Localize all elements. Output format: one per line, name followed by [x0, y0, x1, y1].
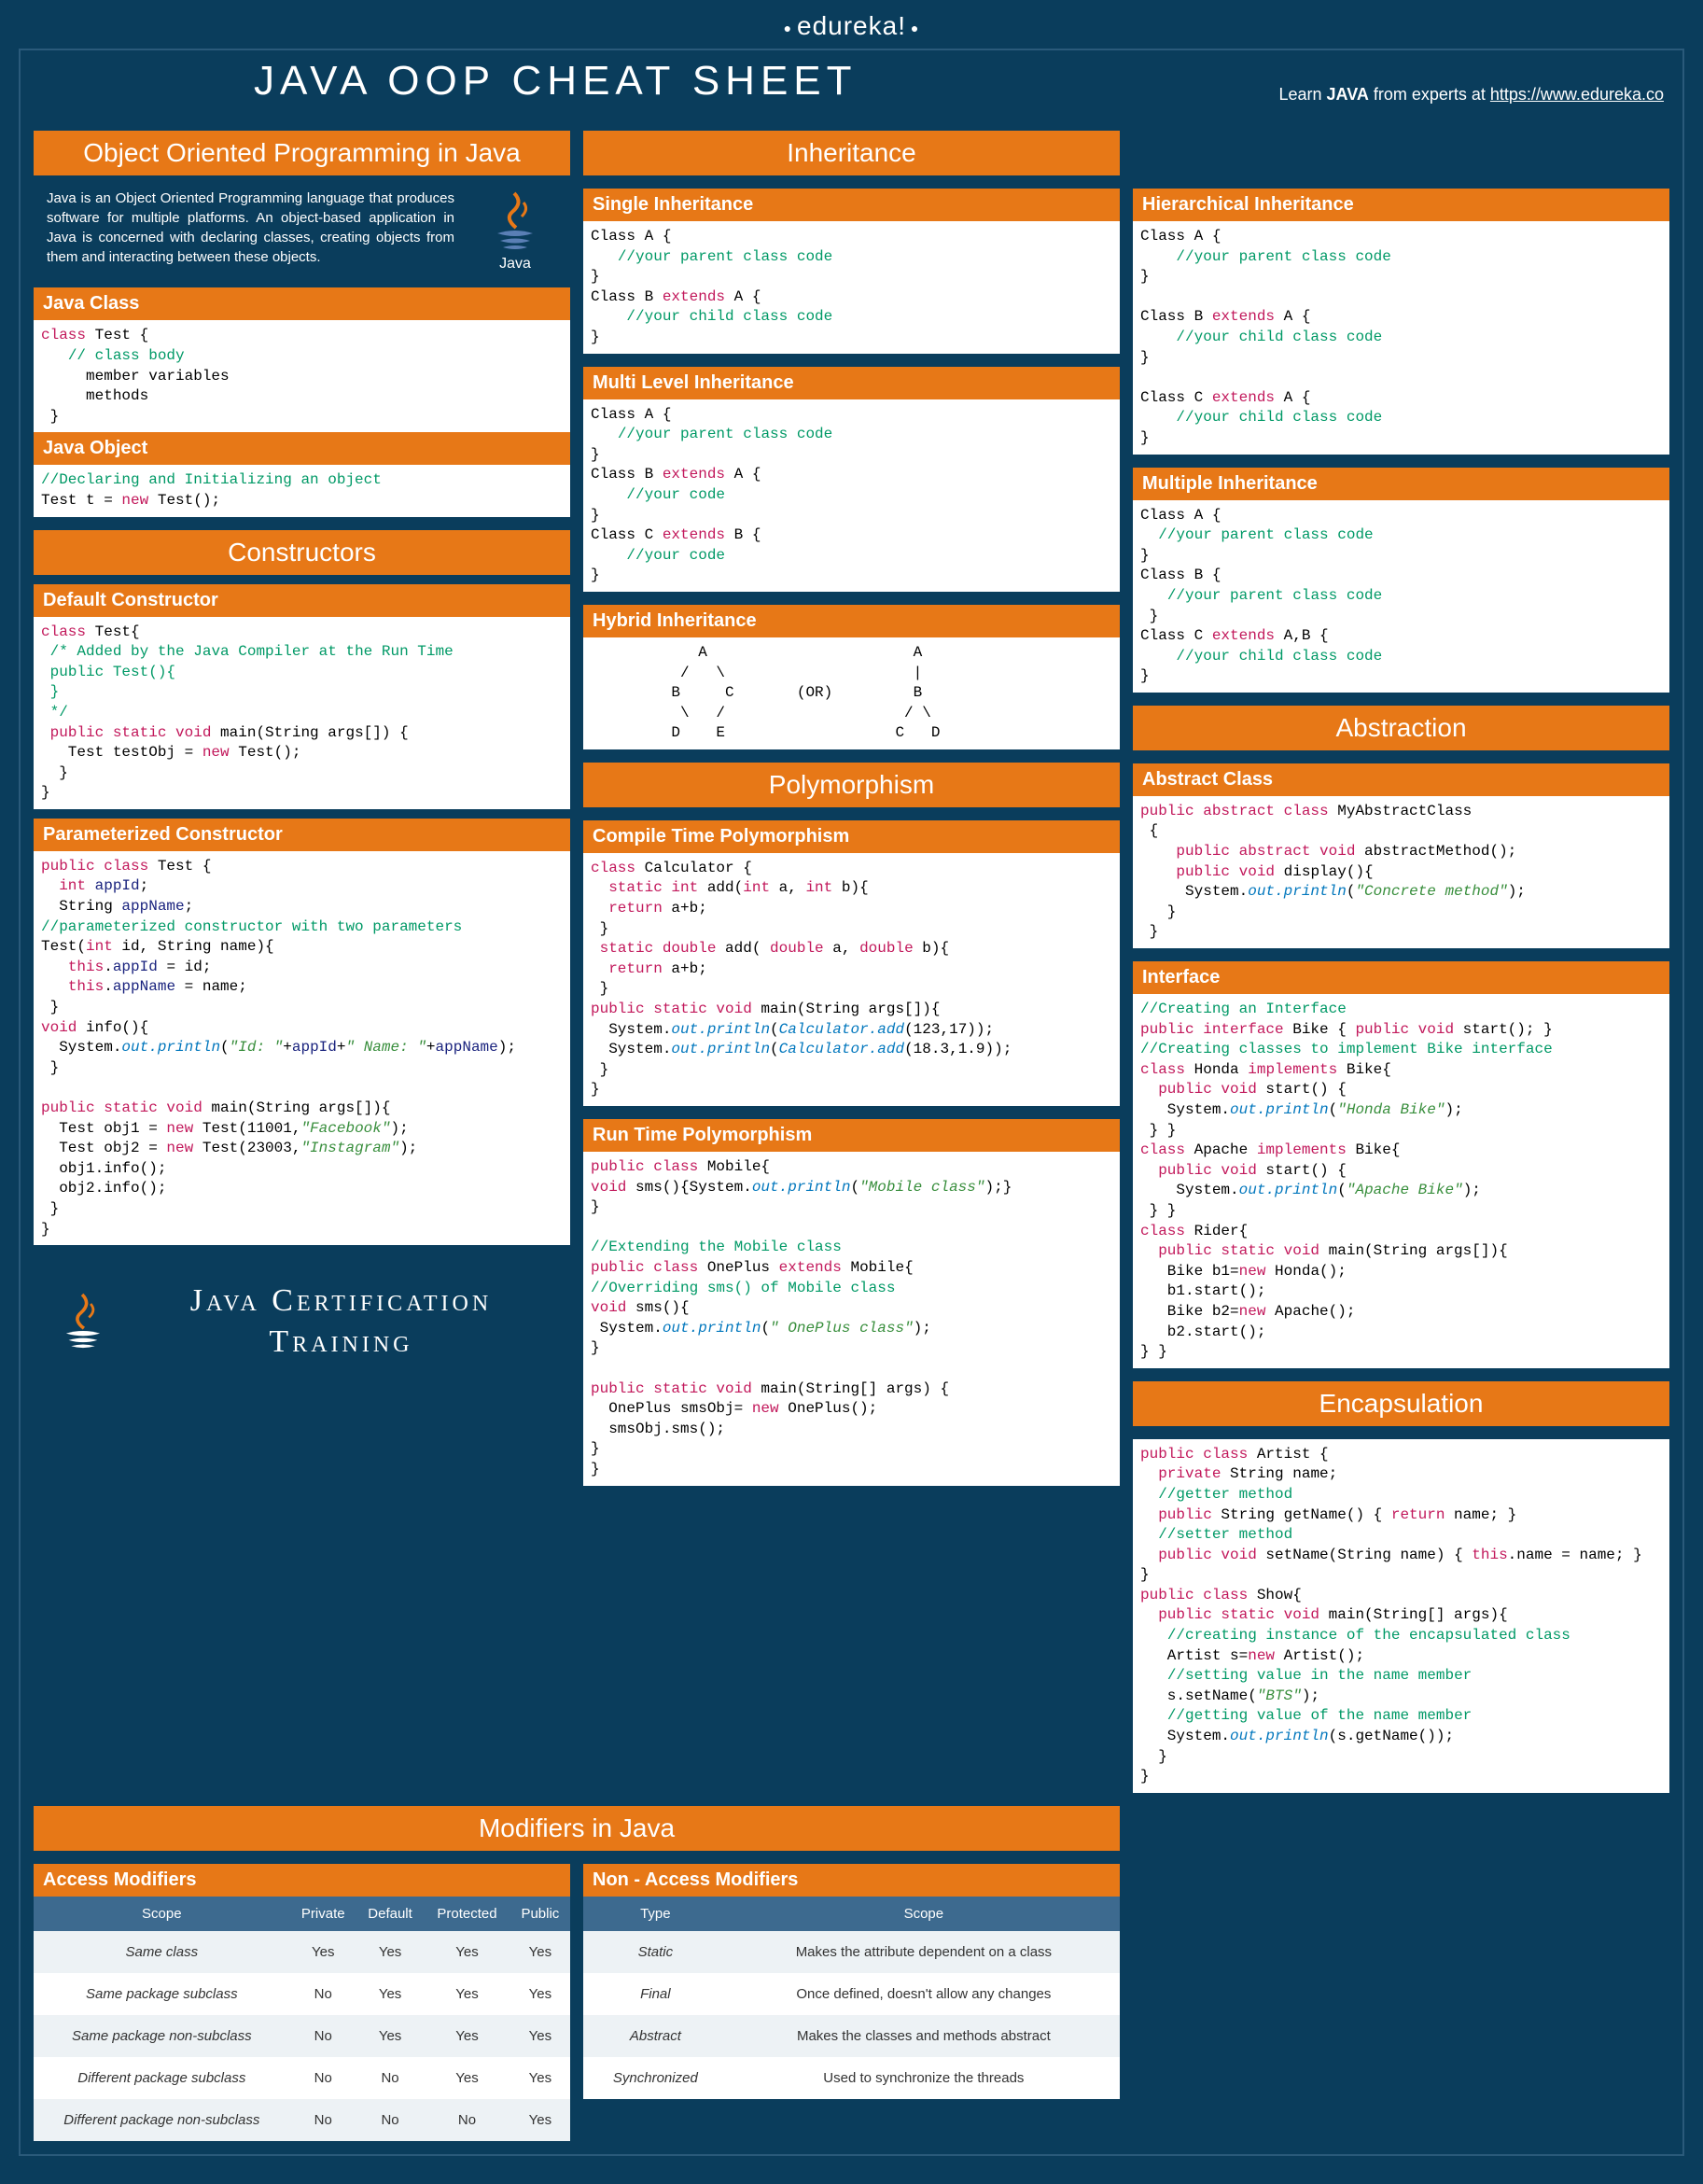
- code-encapsulation: public class Artist { private String nam…: [1133, 1439, 1669, 1793]
- heading-oop: Object Oriented Programming in Java: [34, 131, 570, 175]
- heading-constructors: Constructors: [34, 530, 570, 575]
- heading-polymorphism: Polymorphism: [583, 763, 1120, 807]
- code-single-inh: Class A { //your parent class code } Cla…: [583, 221, 1120, 354]
- heading-interface: Interface: [1133, 961, 1669, 994]
- code-compile-poly: class Calculator { static int add(int a,…: [583, 853, 1120, 1106]
- brand-logo: edureka!: [19, 11, 1684, 41]
- code-java-object: //Declaring and Initializing an object T…: [34, 465, 570, 516]
- heading-access-mod: Access Modifiers: [34, 1864, 570, 1897]
- page-title: JAVA OOP CHEAT SHEET: [254, 58, 858, 105]
- learn-link-text: Learn JAVA from experts at https://www.e…: [1278, 85, 1664, 105]
- code-hybrid-inh: A A / \ | B C (OR) B \ / / \ D E C D: [583, 637, 1120, 749]
- intro-text: Java is an Object Oriented Programming l…: [47, 189, 454, 274]
- heading-hybrid-inh: Hybrid Inheritance: [583, 605, 1120, 637]
- heading-runtime-poly: Run Time Polymorphism: [583, 1119, 1120, 1152]
- java-logo-icon: Java: [473, 189, 557, 274]
- table-nonaccess-modifiers: TypeScope StaticMakes the attribute depe…: [583, 1897, 1120, 2099]
- cert-text: Java Certification Training: [134, 1281, 548, 1363]
- learn-link[interactable]: https://www.edureka.co: [1490, 85, 1664, 104]
- heading-single-inh: Single Inheritance: [583, 189, 1120, 221]
- code-java-class: class Test { // class body member variab…: [34, 320, 570, 432]
- heading-java-class: Java Class: [34, 287, 570, 320]
- code-runtime-poly: public class Mobile{ void sms(){System.o…: [583, 1152, 1120, 1486]
- code-multiple-inh: Class A { //your parent class code } Cla…: [1133, 500, 1669, 693]
- heading-nonaccess-mod: Non - Access Modifiers: [583, 1864, 1120, 1897]
- heading-multilevel-inh: Multi Level Inheritance: [583, 367, 1120, 399]
- code-default-ctor: class Test{ /* Added by the Java Compile…: [34, 617, 570, 809]
- heading-compile-poly: Compile Time Polymorphism: [583, 820, 1120, 853]
- heading-abstraction: Abstraction: [1133, 706, 1669, 750]
- heading-modifiers: Modifiers in Java: [34, 1806, 1120, 1851]
- heading-hier-inh: Hierarchical Inheritance: [1133, 189, 1669, 221]
- heading-param-ctor: Parameterized Constructor: [34, 819, 570, 851]
- heading-encapsulation: Encapsulation: [1133, 1381, 1669, 1426]
- heading-multiple-inh: Multiple Inheritance: [1133, 468, 1669, 500]
- code-abstract-class: public abstract class MyAbstractClass { …: [1133, 796, 1669, 948]
- code-hier-inh: Class A { //your parent class code } Cla…: [1133, 221, 1669, 455]
- code-param-ctor: public class Test { int appId; String ap…: [34, 851, 570, 1245]
- heading-inheritance: Inheritance: [583, 131, 1120, 175]
- cert-banner: Java Certification Training: [34, 1258, 570, 1385]
- code-multilevel-inh: Class A { //your parent class code } Cla…: [583, 399, 1120, 592]
- table-access-modifiers: ScopePrivateDefaultProtectedPublic Same …: [34, 1897, 570, 2141]
- heading-java-object: Java Object: [34, 432, 570, 465]
- code-interface: //Creating an Interface public interface…: [1133, 994, 1669, 1368]
- heading-abstract-class: Abstract Class: [1133, 763, 1669, 796]
- heading-default-ctor: Default Constructor: [34, 584, 570, 617]
